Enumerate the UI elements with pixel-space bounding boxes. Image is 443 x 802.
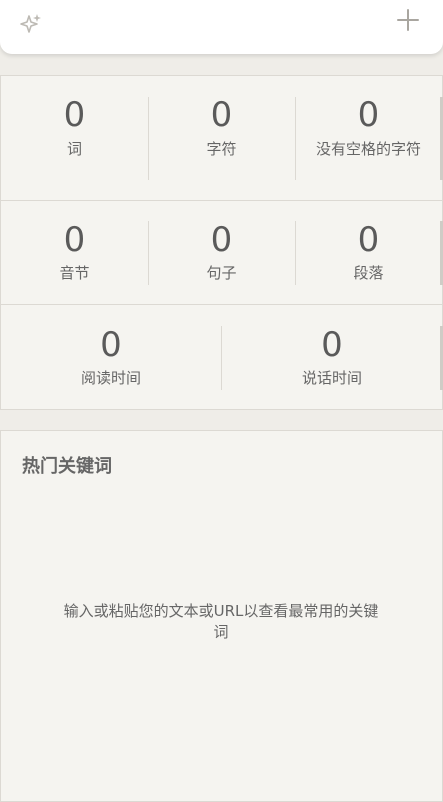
stat-characters-no-spaces: 0 没有空格的字符 [295,76,442,200]
stat-syllables-value: 0 [63,220,86,260]
stat-words-label: 词 [66,140,82,158]
stat-sentences-value: 0 [210,220,233,260]
plus-icon[interactable] [396,8,420,32]
stat-sentences: 0 句子 [148,201,295,305]
stat-reading-time-label: 阅读时间 [80,369,141,387]
top-toolbar [0,0,443,54]
stat-paragraphs: 0 段落 [295,201,442,305]
stats-panel: 0 词 0 字符 0 没有空格的字符 0 音节 0 句子 0 段落 0 阅读时间… [0,75,443,410]
stat-paragraphs-value: 0 [357,220,380,260]
stat-words: 0 词 [1,76,148,200]
stat-characters-no-spaces-value: 0 [357,95,380,135]
keywords-title: 热门关键词 [22,456,112,477]
stat-reading-time-value: 0 [100,325,122,365]
stat-characters-label: 字符 [206,140,237,158]
stat-reading-time: 0 阅读时间 [1,305,221,410]
stat-sentences-label: 句子 [206,264,237,282]
stats-row-3: 0 阅读时间 0 说话时间 [1,304,443,410]
stat-syllables: 0 音节 [1,201,148,305]
keywords-panel: 热门关键词 输入或粘贴您的文本或URL以查看最常用的关键词 [0,430,443,802]
stat-words-value: 0 [63,95,86,135]
stats-row-1: 0 词 0 字符 0 没有空格的字符 [1,76,443,200]
stat-characters: 0 字符 [148,76,295,200]
stat-characters-value: 0 [210,95,233,135]
stats-row-2: 0 音节 0 句子 0 段落 [1,200,443,305]
stat-speaking-time-label: 说话时间 [301,369,362,387]
stat-paragraphs-label: 段落 [353,264,384,282]
sparkle-icon[interactable] [18,12,44,38]
stat-speaking-time: 0 说话时间 [222,305,442,410]
stat-speaking-time-value: 0 [321,325,343,365]
keywords-empty-message: 输入或粘贴您的文本或URL以查看最常用的关键词 [63,602,379,641]
stat-syllables-label: 音节 [59,264,90,282]
stat-characters-no-spaces-label: 没有空格的字符 [315,140,421,158]
